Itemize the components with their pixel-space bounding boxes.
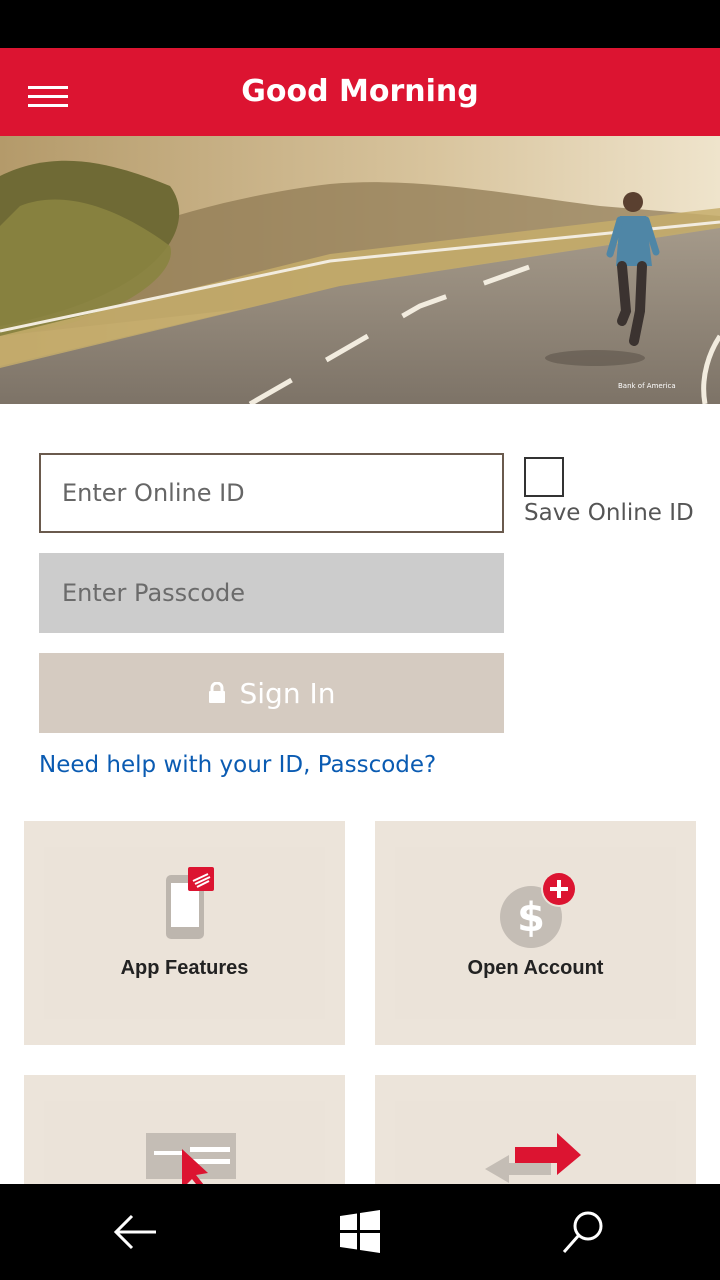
- passcode-input[interactable]: [39, 553, 504, 633]
- dollar-plus-icon: $: [500, 871, 577, 948]
- sign-in-label: Sign In: [239, 676, 336, 710]
- hero-watermark: Bank of America: [618, 382, 676, 390]
- form-cursor-icon: [146, 1133, 236, 1184]
- help-id-passcode-link[interactable]: Need help with your ID, Passcode?: [39, 752, 436, 778]
- transfer-tile[interactable]: [375, 1075, 696, 1184]
- online-id-input[interactable]: [39, 453, 504, 533]
- app-features-label: App Features: [120, 957, 249, 979]
- svg-text:$: $: [517, 895, 545, 941]
- login-content: Save Online ID Sign In Need help with yo…: [0, 404, 720, 1184]
- open-account-tile[interactable]: $ Open Account: [375, 821, 696, 1045]
- system-nav-bar: [0, 1184, 720, 1280]
- app-header: Good Morning: [0, 48, 720, 136]
- app-features-tile[interactable]: App Features: [24, 821, 345, 1045]
- status-bar: [0, 0, 720, 48]
- page-title: Good Morning: [241, 74, 479, 109]
- save-online-id-label: Save Online ID: [524, 500, 694, 526]
- windows-logo-icon[interactable]: [332, 1204, 388, 1260]
- search-icon[interactable]: [556, 1204, 612, 1260]
- sign-in-button[interactable]: Sign In: [39, 653, 504, 733]
- transfer-arrows-icon: [485, 1133, 581, 1183]
- hero-image: Bank of America: [0, 136, 720, 404]
- transactions-tile[interactable]: [24, 1075, 345, 1184]
- save-online-id-checkbox[interactable]: [524, 457, 564, 497]
- back-arrow-icon[interactable]: [108, 1204, 164, 1260]
- open-account-label: Open Account: [467, 957, 604, 979]
- phone-icon: [166, 867, 214, 939]
- lock-icon: [208, 682, 225, 703]
